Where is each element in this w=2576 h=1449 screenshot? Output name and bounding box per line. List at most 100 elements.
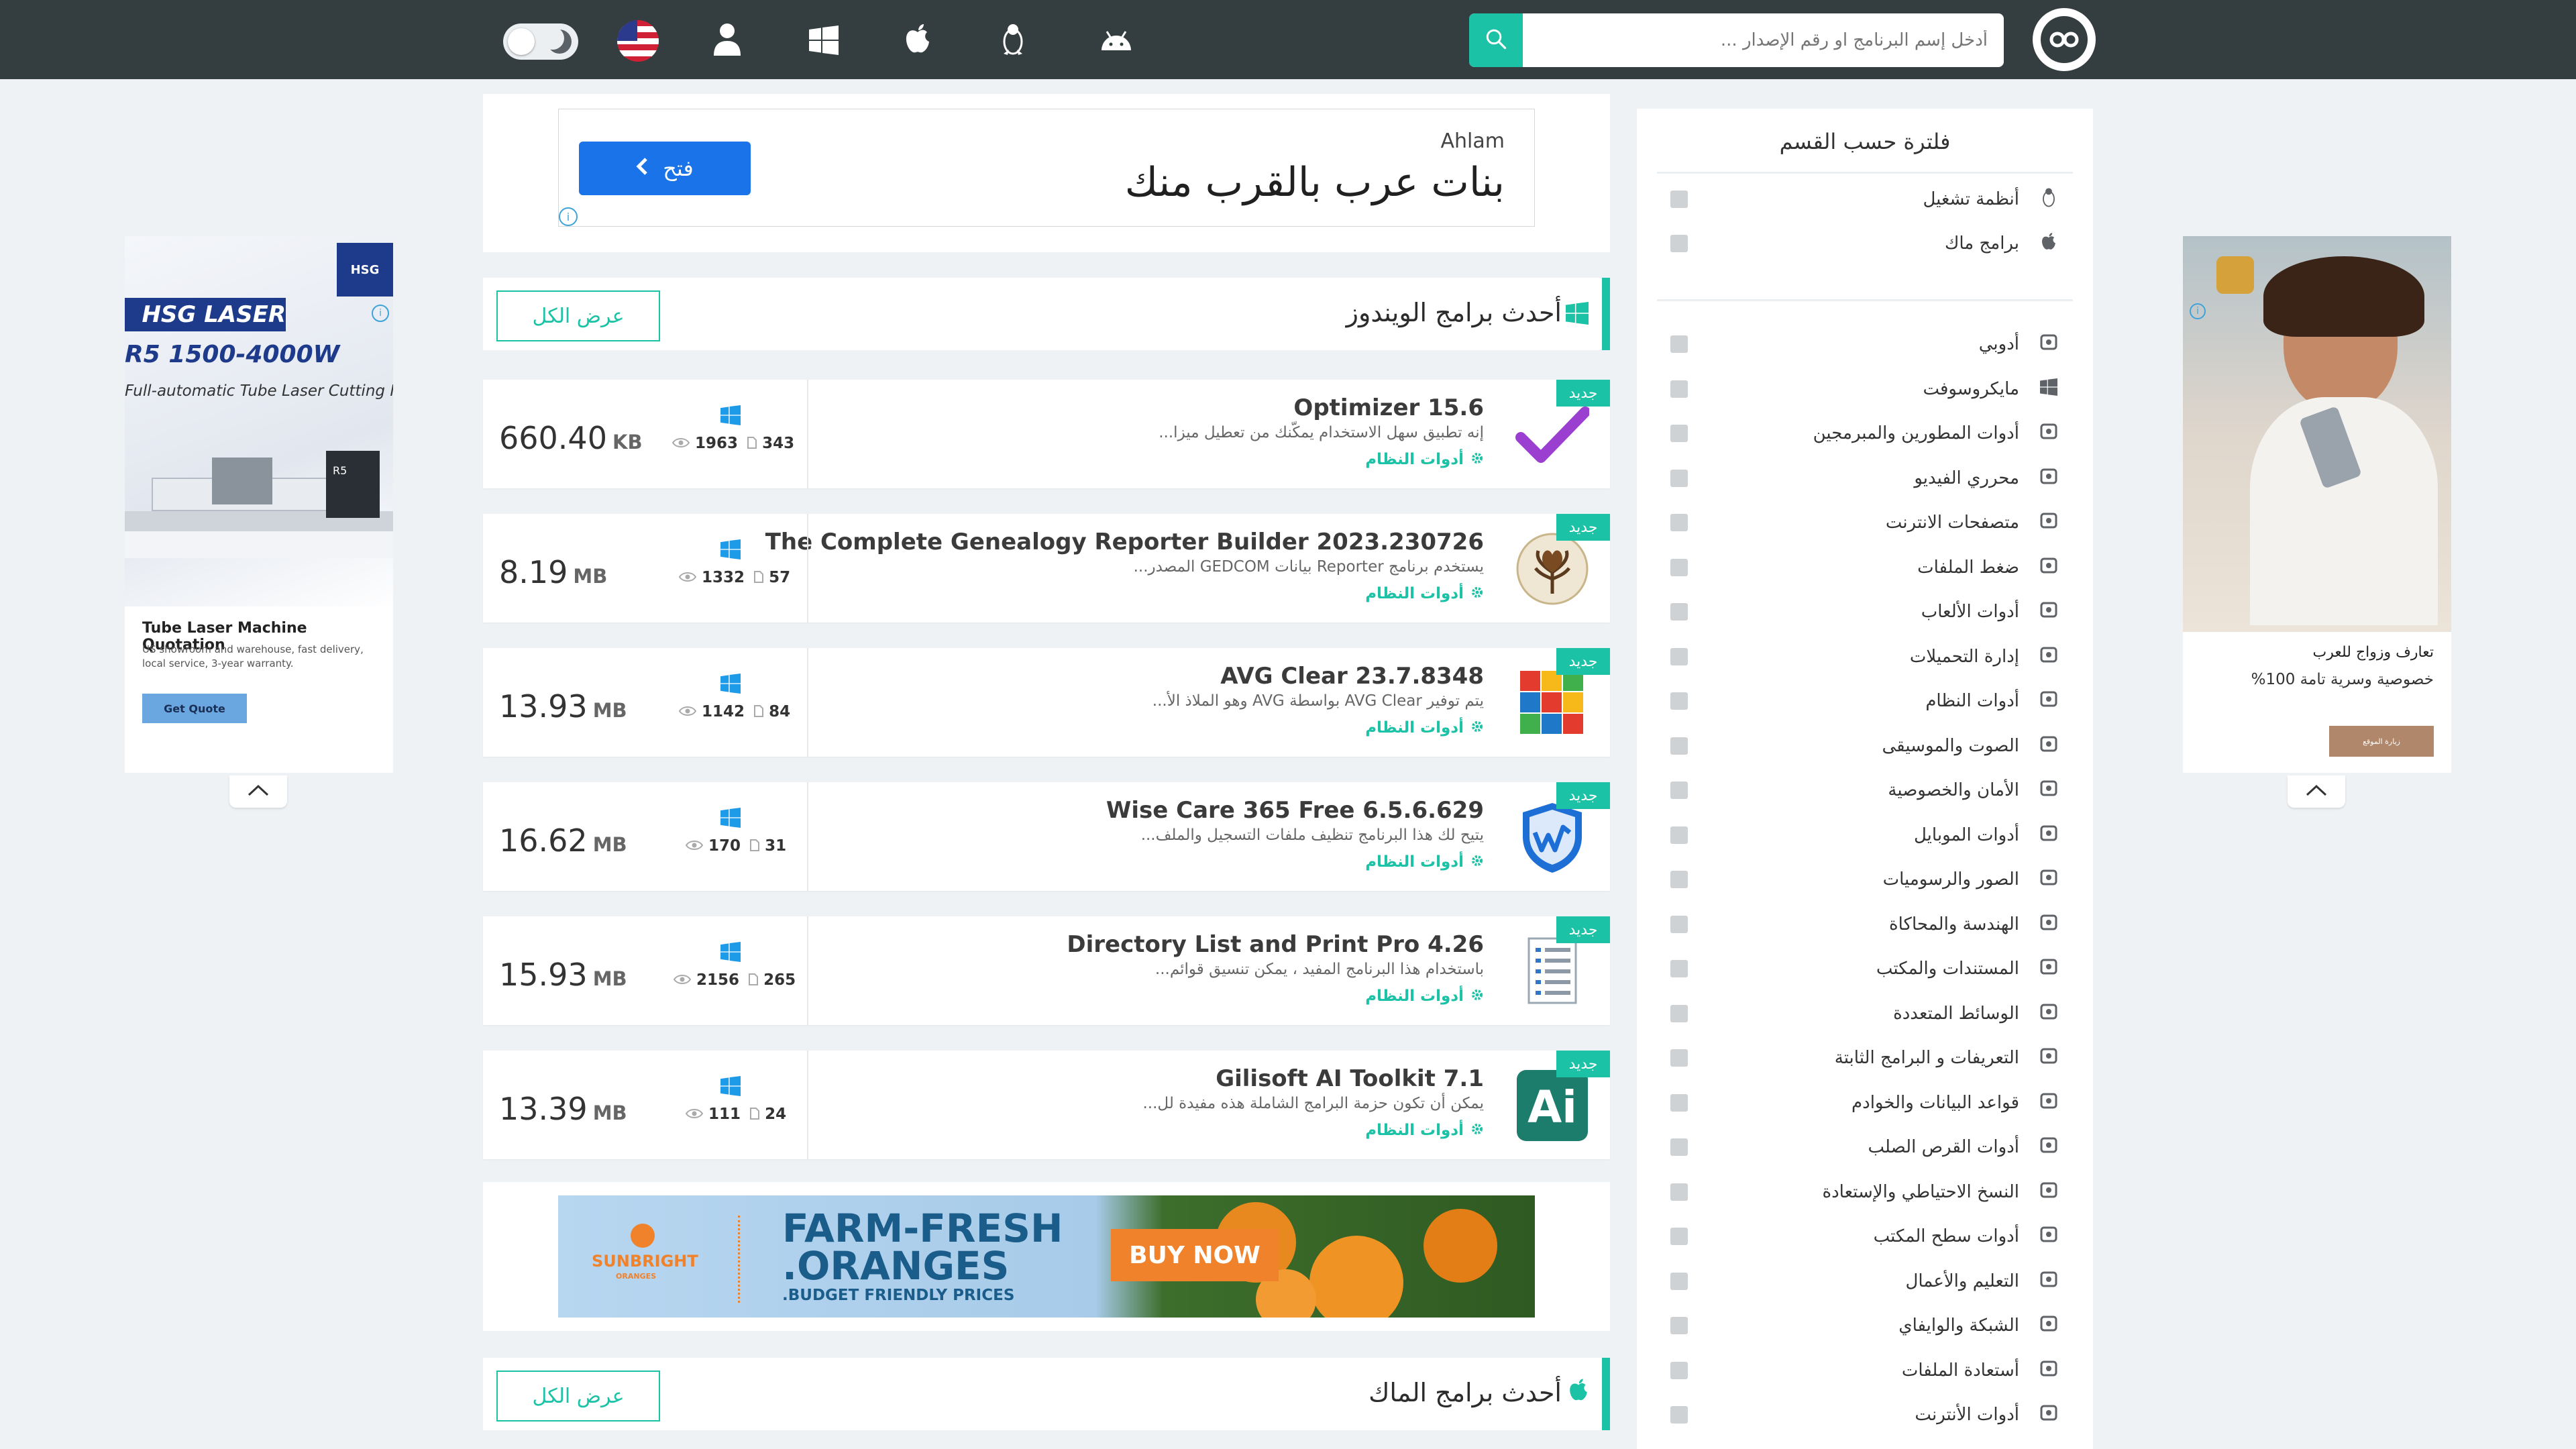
gamepad-icon: [2037, 598, 2061, 622]
category-link[interactable]: أدوات النظام: [1365, 987, 1484, 1006]
category-link[interactable]: أدوات النظام: [1365, 853, 1484, 871]
filter-checkbox[interactable]: [1670, 514, 1688, 531]
filter-checkbox[interactable]: [1670, 871, 1688, 888]
sidebar-item[interactable]: أدوات الأنترنت: [1637, 1399, 2093, 1426]
sidebar-item[interactable]: التعريفات و البرامج الثابتة: [1637, 1042, 2093, 1069]
theme-toggle[interactable]: [503, 23, 578, 60]
sidebar-item[interactable]: الوسائط المتعددة: [1637, 998, 2093, 1025]
filter-checkbox[interactable]: [1670, 960, 1688, 977]
filter-checkbox[interactable]: [1670, 1049, 1688, 1067]
filter-checkbox[interactable]: [1670, 1317, 1688, 1334]
filter-checkbox[interactable]: [1670, 1361, 1688, 1379]
filter-checkbox[interactable]: [1670, 1138, 1688, 1156]
filter-checkbox[interactable]: [1670, 1004, 1688, 1022]
filter-checkbox[interactable]: [1670, 1183, 1688, 1201]
user-icon[interactable]: [708, 20, 746, 58]
sidebar-item[interactable]: برامج ماك: [1637, 228, 2093, 255]
software-card[interactable]: جديد Directory List and Print Pro 4.26 ب…: [483, 916, 1610, 1025]
ad-open-button[interactable]: فتح: [579, 142, 751, 195]
sidebar-item[interactable]: أدوات سطح المكتب: [1637, 1221, 2093, 1248]
oranges-ad-banner[interactable]: SUNBRIGHT ORANGES FARM-FRESH ORANGES. BU…: [558, 1195, 1535, 1318]
category-link[interactable]: أدوات النظام: [1365, 585, 1484, 603]
apple-icon[interactable]: [899, 20, 936, 58]
right-side-ad[interactable]: i تعارف وزواج للعرب خصوصية وسرية تامة 10…: [2183, 236, 2451, 773]
windows-icon[interactable]: [805, 23, 843, 58]
get-quote-button[interactable]: Get Quote: [142, 694, 247, 723]
filter-checkbox[interactable]: [1670, 737, 1688, 755]
filter-checkbox[interactable]: [1670, 647, 1688, 665]
heart-logo-icon: [2216, 256, 2254, 294]
sidebar-item[interactable]: محرري الفيديو: [1637, 463, 2093, 490]
sidebar-item[interactable]: أنظمة تشغيل: [1637, 184, 2093, 211]
filter-checkbox[interactable]: [1670, 191, 1688, 208]
sidebar-item[interactable]: قواعد البيانات والخوادم: [1637, 1087, 2093, 1114]
filter-checkbox[interactable]: [1670, 782, 1688, 799]
sidebar-item[interactable]: أستعادة الملفات: [1637, 1355, 2093, 1382]
us-flag-icon[interactable]: [617, 20, 659, 62]
filter-checkbox[interactable]: [1670, 915, 1688, 933]
search-button[interactable]: [1469, 13, 1523, 67]
sidebar-item[interactable]: مايكروسوفت: [1637, 374, 2093, 400]
sidebar-item[interactable]: الصوت والموسيقى: [1637, 731, 2093, 757]
category-link[interactable]: أدوات النظام: [1365, 451, 1484, 469]
filter-checkbox[interactable]: [1670, 826, 1688, 844]
sidebar-item[interactable]: أدوات القرص الصلب: [1637, 1132, 2093, 1159]
software-title[interactable]: Optimizer 15.6: [1293, 394, 1484, 421]
filter-checkbox[interactable]: [1670, 1406, 1688, 1424]
software-title[interactable]: Gilisoft AI Toolkit 7.1: [1216, 1065, 1484, 1092]
sidebar-item[interactable]: الصور والرسوميات: [1637, 864, 2093, 891]
software-title[interactable]: Wise Care 365 Free 6.5.6.629: [1106, 797, 1484, 824]
filter-checkbox[interactable]: [1670, 425, 1688, 442]
filter-checkbox[interactable]: [1670, 335, 1688, 353]
sidebar-item[interactable]: النسخ الاحتياطي والإستعادة: [1637, 1177, 2093, 1203]
sidebar-item[interactable]: أدوات المطورين والمبرمجين: [1637, 418, 2093, 445]
sidebar-item[interactable]: التعليم والأعمال: [1637, 1266, 2093, 1293]
ad-info-icon[interactable]: i: [372, 305, 389, 322]
search-input[interactable]: [1523, 13, 2004, 67]
ad-info-icon[interactable]: i: [2190, 303, 2206, 319]
software-card[interactable]: جديد AVG Clear 23.7.8348 يتم توفير AVG C…: [483, 648, 1610, 757]
site-logo[interactable]: [2033, 8, 2096, 71]
sidebar-item[interactable]: الشبكة والوايفاي: [1637, 1310, 2093, 1337]
sidebar-item[interactable]: المستندات والمكتب: [1637, 953, 2093, 980]
files-count: 265: [763, 971, 796, 989]
sidebar-item[interactable]: أدوات الموبايل: [1637, 820, 2093, 847]
linux-icon[interactable]: [994, 19, 1032, 59]
filter-checkbox[interactable]: [1670, 692, 1688, 710]
sidebar-item[interactable]: الأمان والخصوصية: [1637, 775, 2093, 802]
filter-checkbox[interactable]: [1670, 1093, 1688, 1112]
ad-info-icon[interactable]: i: [559, 207, 578, 226]
filter-checkbox[interactable]: [1670, 469, 1688, 487]
android-icon[interactable]: [1097, 21, 1135, 59]
view-all-button[interactable]: عرض الكل: [496, 1371, 660, 1421]
software-card[interactable]: Ai جديد Gilisoft AI Toolkit 7.1 يمكن أن …: [483, 1051, 1610, 1159]
category-link[interactable]: أدوات النظام: [1365, 1122, 1484, 1140]
category-link[interactable]: أدوات النظام: [1365, 719, 1484, 737]
visit-site-button[interactable]: زيارة الموقع: [2329, 726, 2434, 757]
filter-checkbox[interactable]: [1670, 603, 1688, 621]
software-card[interactable]: جديد The Complete Genealogy Reporter Bui…: [483, 514, 1610, 623]
filter-checkbox[interactable]: [1670, 235, 1688, 252]
left-side-ad[interactable]: HSG HSG LASER R5 1500-4000W Full-automat…: [125, 236, 393, 773]
sidebar-item[interactable]: ضغط الملفات: [1637, 552, 2093, 579]
filter-checkbox[interactable]: [1670, 380, 1688, 398]
software-card[interactable]: جديد Wise Care 365 Free 6.5.6.629 يتيح ل…: [483, 782, 1610, 891]
view-all-button[interactable]: عرض الكل: [496, 290, 660, 341]
filter-checkbox[interactable]: [1670, 1272, 1688, 1290]
software-title[interactable]: Directory List and Print Pro 4.26: [1067, 931, 1484, 958]
sidebar-item[interactable]: أدوبي: [1637, 329, 2093, 356]
filter-checkbox[interactable]: [1670, 558, 1688, 576]
sidebar-item[interactable]: أدوات الألعاب: [1637, 596, 2093, 623]
sidebar-item[interactable]: أدوات النظام: [1637, 686, 2093, 712]
software-title[interactable]: AVG Clear 23.7.8348: [1220, 663, 1484, 690]
filter-checkbox[interactable]: [1670, 1228, 1688, 1245]
software-card[interactable]: جديد Optimizer 15.6 إنه تطبيق سهل الاستخ…: [483, 380, 1610, 488]
sidebar-item[interactable]: إدارة التحميلات: [1637, 641, 2093, 668]
top-ad-banner[interactable]: Ahlam بنات عرب بالقرب منك فتح i: [558, 109, 1535, 227]
collapse-left-ad-button[interactable]: [229, 775, 287, 808]
buy-now-button[interactable]: BUY NOW: [1111, 1229, 1279, 1281]
sidebar-item[interactable]: متصفحات الانترنت: [1637, 507, 2093, 534]
collapse-right-ad-button[interactable]: [2288, 775, 2345, 808]
sidebar-item[interactable]: الهندسة والمحاكاة: [1637, 909, 2093, 936]
software-title[interactable]: The Complete Genealogy Reporter Builder …: [765, 529, 1484, 555]
